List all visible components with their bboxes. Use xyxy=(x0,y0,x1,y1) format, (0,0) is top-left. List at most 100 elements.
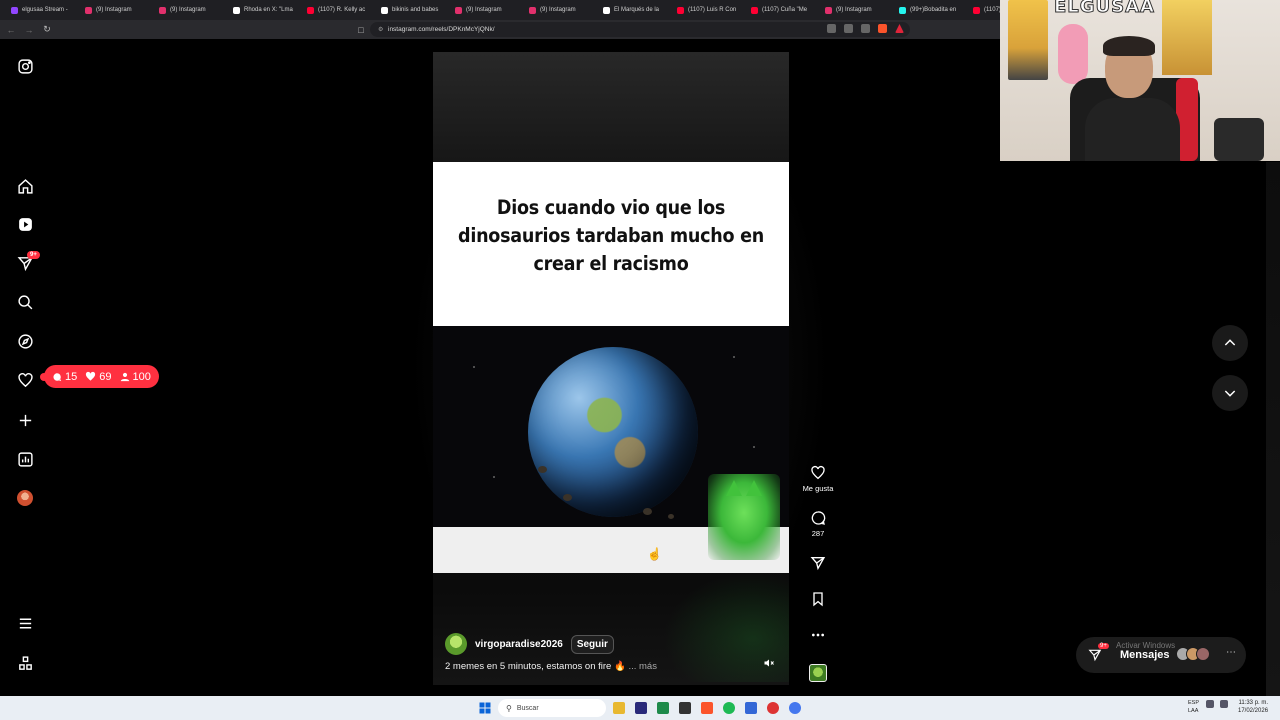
asteroid xyxy=(668,514,674,519)
premiere-icon[interactable] xyxy=(635,702,647,714)
share-icon[interactable] xyxy=(861,24,870,33)
chevron-down-icon xyxy=(1224,390,1236,397)
brave-rewards-icon[interactable] xyxy=(895,24,904,33)
browser-tab[interactable]: elgusaa Stream - xyxy=(6,2,80,18)
browser-tab[interactable]: bikinis and babes xyxy=(376,2,450,18)
followers-value: 100 xyxy=(132,370,151,383)
asteroid xyxy=(643,508,652,515)
dashboard-icon[interactable] xyxy=(16,450,34,468)
app-icon[interactable] xyxy=(789,702,801,714)
tab-title: (1107) Cuña "Me xyxy=(762,7,808,13)
more-link[interactable]: ... más xyxy=(628,661,657,672)
tab-favicon-icon xyxy=(455,6,462,14)
tab-title: (1107) I xyxy=(984,7,1000,13)
reels-icon[interactable] xyxy=(16,215,34,233)
star xyxy=(493,476,495,478)
spotify-icon[interactable] xyxy=(723,702,735,714)
file-explorer-icon[interactable] xyxy=(613,702,625,714)
app-icon[interactable] xyxy=(767,702,779,714)
wifi-icon[interactable] xyxy=(1206,700,1214,708)
more-apps-icon[interactable] xyxy=(16,654,34,672)
browser-tab[interactable]: El Marqués de la xyxy=(598,2,672,18)
browser-tab[interactable]: (1107) I xyxy=(968,2,1000,18)
back-icon[interactable]: ← xyxy=(4,23,18,37)
brave-shield-icon[interactable] xyxy=(878,24,887,33)
browser-tab[interactable]: (9) Instagram xyxy=(154,2,228,18)
author-username[interactable]: virgoparadise2026 xyxy=(475,639,563,650)
brave-icon[interactable] xyxy=(701,702,713,714)
message-avatar xyxy=(1196,647,1210,661)
scrollbar-track[interactable] xyxy=(1266,162,1280,696)
like-action[interactable]: Me gusta xyxy=(800,465,836,493)
like-heart-icon[interactable] xyxy=(810,465,826,481)
browser-tab[interactable]: (9) Instagram xyxy=(80,2,154,18)
comment-icon[interactable] xyxy=(810,510,826,526)
taskbar-search[interactable]: ⚲ Buscar xyxy=(498,699,606,717)
windows-start-icon[interactable] xyxy=(479,702,491,714)
save-action[interactable] xyxy=(800,591,836,607)
browser-tab[interactable]: (9) Instagram xyxy=(524,2,598,18)
chevron-up-icon xyxy=(1224,339,1236,346)
home-icon[interactable] xyxy=(16,177,34,195)
bookmark-page-icon[interactable]: □ xyxy=(354,23,368,37)
messages-more-icon[interactable]: ⋯ xyxy=(1226,647,1236,658)
forward-icon[interactable]: → xyxy=(22,23,36,37)
heart-icon[interactable] xyxy=(16,371,34,389)
tab-favicon-icon xyxy=(381,6,388,14)
instagram-sidebar: 9+ xyxy=(0,40,52,696)
menu-icon[interactable] xyxy=(16,614,34,632)
reel-video[interactable]: Dios cuando vio que los dinosaurios tard… xyxy=(433,52,789,685)
browser-extensions xyxy=(827,24,904,33)
pill-pointer xyxy=(40,373,48,381)
follow-button[interactable]: Seguir xyxy=(570,634,614,654)
mute-icon[interactable] xyxy=(763,657,775,669)
search-icon[interactable] xyxy=(16,293,34,311)
followers-count: 100 xyxy=(120,371,151,383)
site-info-icon[interactable]: ⚙ xyxy=(378,26,388,33)
comment-action[interactable]: 287 xyxy=(800,510,836,538)
volume-icon[interactable] xyxy=(1220,700,1228,708)
messages-label: Mensajes xyxy=(1120,649,1170,661)
system-clock[interactable]: 11:33 p. m. 17/02/2026 xyxy=(1238,699,1268,715)
tab-title: Rhoda en X: "Lma xyxy=(244,7,293,13)
browser-tab[interactable]: (99+)Bobadita en xyxy=(894,2,968,18)
excel-icon[interactable] xyxy=(657,702,669,714)
next-reel-button[interactable] xyxy=(1212,375,1248,411)
browser-tab[interactable]: (9) Instagram xyxy=(820,2,894,18)
cast-icon[interactable] xyxy=(844,24,853,33)
tab-favicon-icon xyxy=(973,6,980,14)
terminal-icon[interactable] xyxy=(679,702,691,714)
browser-tab[interactable]: Rhoda en X: "Lma xyxy=(228,2,302,18)
like-label: Me gusta xyxy=(802,484,834,493)
tab-favicon-icon xyxy=(751,6,758,14)
mouse-cursor-icon: ☝ xyxy=(647,547,662,561)
previous-reel-button[interactable] xyxy=(1212,325,1248,361)
browser-tab[interactable]: (1107) Cuña "Me xyxy=(746,2,820,18)
browser-tab[interactable]: (9) Instagram xyxy=(450,2,524,18)
app-icon[interactable] xyxy=(745,702,757,714)
audio-thumbnail[interactable] xyxy=(809,664,827,682)
asteroid xyxy=(538,466,547,473)
reload-icon[interactable]: ↻ xyxy=(40,23,54,37)
tab-favicon-icon xyxy=(825,6,832,14)
more-options-action[interactable] xyxy=(800,627,836,643)
author-avatar[interactable] xyxy=(445,633,467,655)
share-send-icon[interactable] xyxy=(810,555,826,571)
activity-notification-pill[interactable]: 15 69 100 xyxy=(40,365,159,388)
browser-tab[interactable]: (1107) Luis R Con xyxy=(672,2,746,18)
language-indicator[interactable]: ESP LAA xyxy=(1188,699,1199,715)
create-icon[interactable] xyxy=(16,411,34,429)
share-action[interactable] xyxy=(800,555,836,571)
profile-avatar[interactable] xyxy=(17,490,33,506)
more-dots-icon[interactable] xyxy=(810,627,826,643)
comment-count: 287 xyxy=(811,529,825,538)
bookmark-icon[interactable] xyxy=(810,591,826,607)
explore-icon[interactable] xyxy=(16,332,34,350)
tab-favicon-icon xyxy=(529,6,536,14)
instagram-logo-icon[interactable] xyxy=(16,57,34,75)
windows-taskbar: ⚲ Buscar ESP LAA 11:33 p. m. 17/02/2026 xyxy=(0,696,1280,720)
browser-tab[interactable]: (1107) R. Kelly ac xyxy=(302,2,376,18)
asteroid xyxy=(563,494,572,501)
browser-tab-bar: elgusaa Stream - (9) Instagram (9) Instagr… xyxy=(0,0,1000,20)
zoom-icon[interactable] xyxy=(827,24,836,33)
